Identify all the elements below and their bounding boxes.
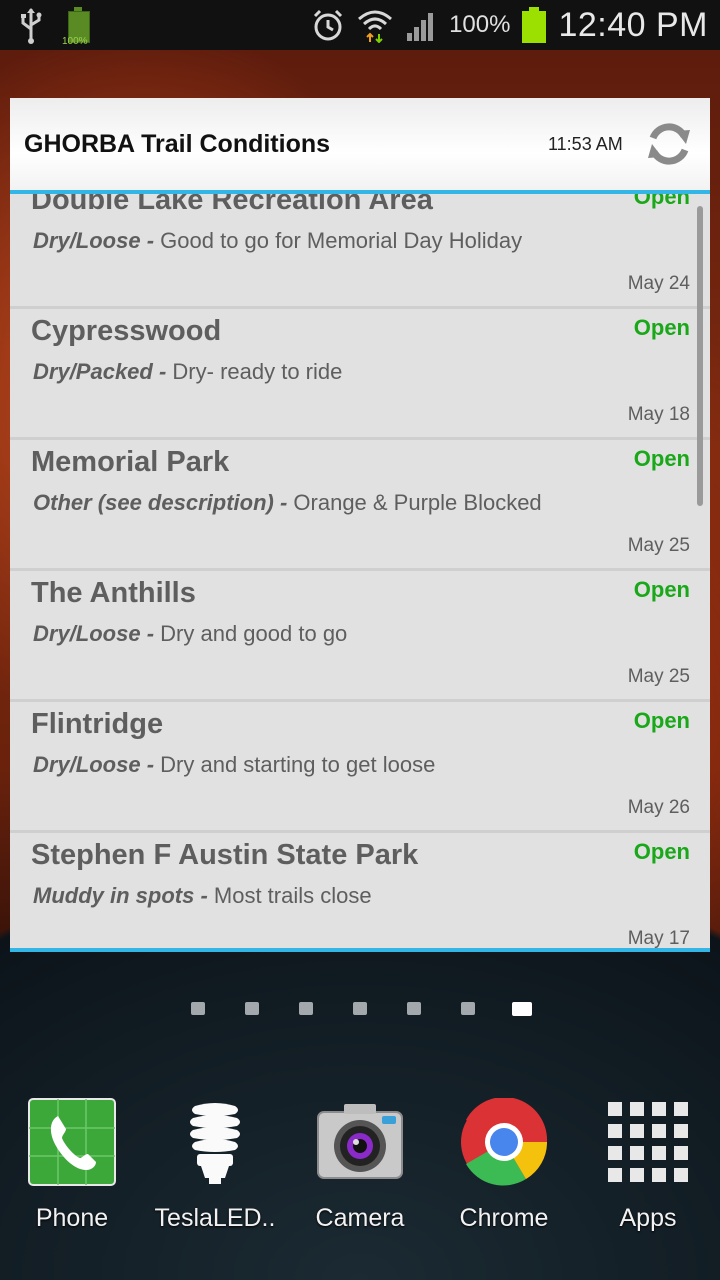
trail-date: May 25 (627, 535, 690, 556)
trail-condition: Muddy in spots (33, 883, 195, 908)
separator: - (194, 883, 214, 908)
dock-item-teslaled[interactable]: TeslaLED.. (145, 1090, 285, 1240)
trail-name: Stephen F Austin State Park (31, 839, 419, 871)
separator: - (140, 621, 161, 646)
trail-description: Other (see description) - Orange & Purpl… (33, 490, 542, 516)
trail-list[interactable]: Double Lake Recreation Area Dry/Loose - … (10, 194, 710, 948)
home-page-indicator (0, 1002, 720, 1018)
trail-condition: Dry/Loose (33, 621, 141, 646)
trail-note: Good to go for Memorial Day Holiday (160, 228, 523, 253)
trail-conditions-widget[interactable]: GHORBA Trail Conditions 11:53 AM Double … (10, 98, 710, 952)
trail-name: Double Lake Recreation Area (31, 194, 433, 216)
page-dot-active[interactable] (512, 1002, 532, 1016)
trail-name: The Anthills (31, 577, 196, 609)
list-item[interactable]: Double Lake Recreation Area Dry/Loose - … (10, 194, 710, 309)
status-bar: 100% 100% 12:40 PM (0, 0, 720, 50)
trail-description: Dry/Loose - Dry and starting to get loos… (33, 752, 435, 778)
status-bar-left: 100% (18, 6, 92, 47)
list-item[interactable]: The Anthills Dry/Loose - Dry and good to… (10, 571, 710, 702)
battery-icon (522, 7, 547, 43)
trail-date: May 24 (627, 273, 690, 294)
dock-item-apps[interactable]: Apps (578, 1090, 718, 1240)
usb-icon (21, 8, 42, 44)
trail-note: Dry- ready to ride (172, 359, 343, 384)
trail-condition: Dry/Packed (33, 359, 153, 384)
trail-note: Dry and good to go (160, 621, 348, 646)
trail-condition: Dry/Loose (33, 752, 141, 777)
list-item[interactable]: Stephen F Austin State Park Muddy in spo… (10, 833, 710, 948)
battery-status-icon: 100% (62, 7, 92, 47)
trail-description: Muddy in spots - Most trails close (33, 883, 372, 909)
status-badge: Open (633, 839, 690, 864)
trail-description: Dry/Loose - Dry and good to go (33, 621, 347, 647)
status-badge: Open (633, 446, 690, 471)
page-dot[interactable] (461, 1002, 475, 1015)
refresh-icon[interactable] (644, 118, 694, 170)
trail-condition: Other (see description) (33, 490, 274, 515)
clock: 12:40 PM (558, 5, 708, 44)
dock-label: Phone (35, 1204, 109, 1232)
dock-item-chrome[interactable]: Chrome (434, 1090, 574, 1240)
page-dot[interactable] (299, 1002, 313, 1015)
page-dot[interactable] (191, 1002, 205, 1015)
dock-item-phone[interactable]: Phone (2, 1090, 142, 1240)
camera-icon (317, 1104, 403, 1179)
dock-label: Chrome (459, 1204, 549, 1232)
trail-date: May 18 (627, 404, 690, 425)
trail-note: Dry and starting to get loose (160, 752, 436, 777)
page-dot[interactable] (407, 1002, 421, 1015)
trail-note: Most trails close (213, 883, 372, 908)
widget-header: GHORBA Trail Conditions 11:53 AM (10, 98, 710, 194)
app-dock: Phone TeslaLED.. Camera Chrome Apps (0, 1090, 720, 1250)
status-badge: Open (633, 577, 690, 602)
lightbulb-icon (190, 1103, 240, 1184)
list-item[interactable]: Cypresswood Dry/Packed - Dry- ready to r… (10, 309, 710, 440)
widget-footer-divider (10, 948, 710, 952)
trail-name: Memorial Park (31, 446, 230, 478)
widget-title: GHORBA Trail Conditions (24, 130, 331, 158)
trail-description: Dry/Packed - Dry- ready to ride (33, 359, 342, 385)
page-dot[interactable] (245, 1002, 259, 1015)
trail-condition: Dry/Loose (33, 228, 141, 253)
trail-name: Flintridge (31, 708, 164, 740)
small-battery-label: 100% (62, 36, 88, 47)
signal-icon (407, 13, 434, 41)
separator: - (140, 752, 161, 777)
wifi-icon (358, 10, 393, 43)
dock-label: Camera (315, 1204, 405, 1232)
dock-label: Apps (619, 1204, 677, 1232)
page-dot[interactable] (353, 1002, 367, 1015)
trail-name: Cypresswood (31, 315, 222, 347)
dock-label: TeslaLED.. (154, 1204, 276, 1232)
trail-date: May 25 (627, 666, 690, 687)
separator: - (140, 228, 161, 253)
chrome-icon (461, 1098, 548, 1186)
trail-note: Orange & Purple Blocked (293, 490, 542, 515)
trail-description: Dry/Loose - Good to go for Memorial Day … (33, 228, 522, 254)
separator: - (273, 490, 294, 515)
status-badge: Open (633, 708, 690, 733)
phone-icon (28, 1098, 116, 1186)
status-badge: Open (633, 194, 690, 209)
dock-item-camera[interactable]: Camera (290, 1090, 430, 1240)
list-scrollbar[interactable] (697, 206, 703, 506)
status-bar-right: 100% 12:40 PM (311, 0, 708, 50)
apps-grid-icon (608, 1102, 688, 1182)
status-badge: Open (633, 315, 690, 340)
trail-date: May 17 (627, 928, 690, 948)
trail-date: May 26 (627, 797, 690, 818)
list-item[interactable]: Flintridge Dry/Loose - Dry and starting … (10, 702, 710, 833)
list-item[interactable]: Memorial Park Other (see description) - … (10, 440, 710, 571)
separator: - (152, 359, 173, 384)
alarm-icon (314, 9, 343, 41)
last-updated-time: 11:53 AM (548, 134, 623, 154)
battery-percent: 100% (449, 11, 511, 38)
